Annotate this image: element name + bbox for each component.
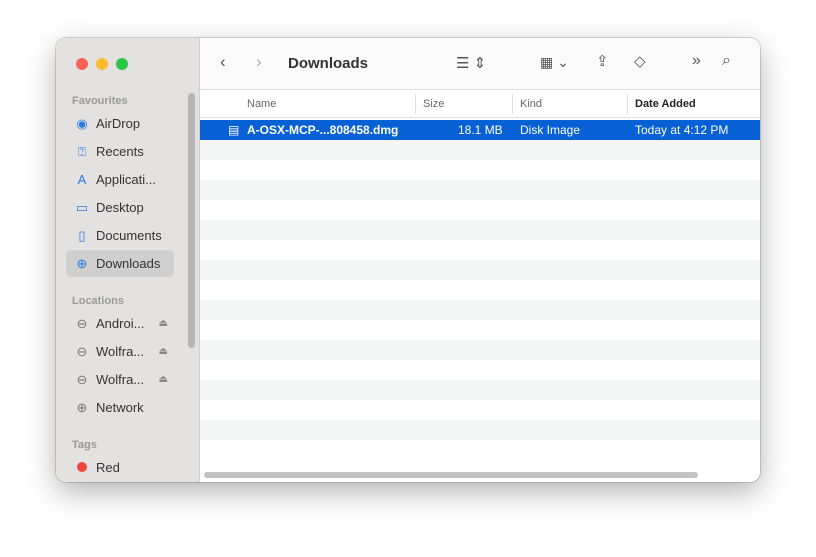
group-icon[interactable]: ▦ ⌄ — [540, 54, 569, 71]
share-icon[interactable]: ⇪ — [596, 52, 609, 70]
sidebar-item-location[interactable]: ⊖ Androi... ⏏ — [66, 310, 174, 337]
document-icon: ▯ — [78, 227, 86, 243]
file-kind: Disk Image — [520, 123, 581, 137]
sidebar-item-label: Androi... — [96, 316, 145, 331]
tags-heading: Tags — [72, 439, 97, 451]
sidebar-item-label: Documents — [96, 228, 162, 243]
sidebar-item-label: Downloads — [96, 256, 161, 271]
finder-window: Favourites ◉ AirDrop ⍰ Recents A Applicati.… — [56, 38, 760, 482]
sidebar-item-applications[interactable]: A Applicati... — [66, 166, 174, 193]
file-date: Today at 4:12 PM — [635, 123, 729, 137]
toolbar: ‹ › Downloads ☰ ⇕ ▦ ⌄ ⇪ ◇ » ⌕ — [200, 38, 760, 90]
sidebar-item-location[interactable]: ⊖ Wolfra... ⏏ — [66, 366, 174, 393]
drive-icon: ⊖ — [76, 343, 88, 359]
search-icon[interactable]: ⌕ — [722, 52, 731, 70]
sidebar-item-label: Applicati... — [96, 172, 156, 187]
sidebar-item-label: Desktop — [96, 200, 144, 215]
sidebar-item-label: Network — [96, 400, 144, 415]
sidebar-item-airdrop[interactable]: ◉ AirDrop — [66, 110, 174, 137]
file-size: 18.1 MB — [458, 123, 503, 137]
zoom-button[interactable] — [116, 58, 128, 70]
forward-button[interactable]: › — [256, 52, 262, 72]
file-list: ▤ A-OSX-MCP-...808458.dmg 18.1 MB Disk I… — [200, 120, 760, 482]
desktop-icon: ▭ — [75, 199, 89, 215]
back-button[interactable]: ‹ — [220, 52, 226, 72]
table-row[interactable]: ▤ A-OSX-MCP-...808458.dmg 18.1 MB Disk I… — [200, 120, 760, 140]
sidebar-item-location[interactable]: ⊖ Wolfra... ⏏ — [66, 338, 174, 365]
eject-icon[interactable]: ⏏ — [159, 318, 168, 329]
sidebar-item-network[interactable]: ⊕ Network — [66, 394, 174, 421]
window-controls — [76, 58, 128, 70]
column-size[interactable]: Size — [423, 98, 444, 110]
globe-icon: ⊕ — [76, 399, 88, 415]
minimize-button[interactable] — [96, 58, 108, 70]
tag-icon[interactable]: ◇ — [634, 52, 646, 70]
window-title: Downloads — [288, 55, 369, 72]
list-view-icon[interactable]: ☰ ⇕ — [456, 54, 486, 72]
sidebar-item-desktop[interactable]: ▭ Desktop — [66, 194, 174, 221]
sidebar-item-label: AirDrop — [96, 116, 141, 131]
column-header: Name Size Kind Date Added — [200, 90, 760, 118]
sidebar-item-documents[interactable]: ▯ Documents — [66, 222, 174, 249]
column-name[interactable]: Name — [247, 98, 276, 110]
sidebar: Favourites ◉ AirDrop ⍰ Recents A Applicati.… — [56, 38, 200, 482]
eject-icon[interactable]: ⏏ — [159, 346, 168, 357]
sidebar-item-label: Wolfra... — [96, 372, 145, 387]
sidebar-item-downloads[interactable]: ⊕ Downloads — [66, 250, 174, 277]
applications-icon: A — [77, 172, 87, 187]
sidebar-scrollbar[interactable] — [188, 93, 195, 348]
horizontal-scrollbar[interactable] — [204, 472, 698, 478]
red-tag-icon — [74, 460, 90, 475]
airdrop-icon: ◉ — [76, 115, 88, 131]
sidebar-item-tag-red[interactable]: Red — [66, 454, 174, 481]
close-button[interactable] — [76, 58, 88, 70]
locations-heading: Locations — [72, 295, 124, 307]
sidebar-item-label: Recents — [96, 144, 144, 159]
column-kind[interactable]: Kind — [520, 98, 542, 110]
sidebar-item-label: Red — [96, 460, 120, 475]
sidebar-item-label: Wolfra... — [96, 344, 145, 359]
dmg-file-icon: ▤ — [228, 123, 240, 137]
eject-icon[interactable]: ⏏ — [159, 374, 168, 385]
drive-icon: ⊖ — [76, 315, 88, 331]
favourites-heading: Favourites — [72, 95, 128, 107]
column-date-added[interactable]: Date Added — [635, 98, 696, 110]
more-icon[interactable]: » — [692, 52, 701, 70]
sidebar-item-recents[interactable]: ⍰ Recents — [66, 138, 174, 165]
file-name: A-OSX-MCP-...808458.dmg — [247, 123, 399, 137]
drive-icon: ⊖ — [76, 371, 88, 387]
download-icon: ⊕ — [76, 255, 88, 271]
recents-icon: ⍰ — [78, 143, 86, 159]
